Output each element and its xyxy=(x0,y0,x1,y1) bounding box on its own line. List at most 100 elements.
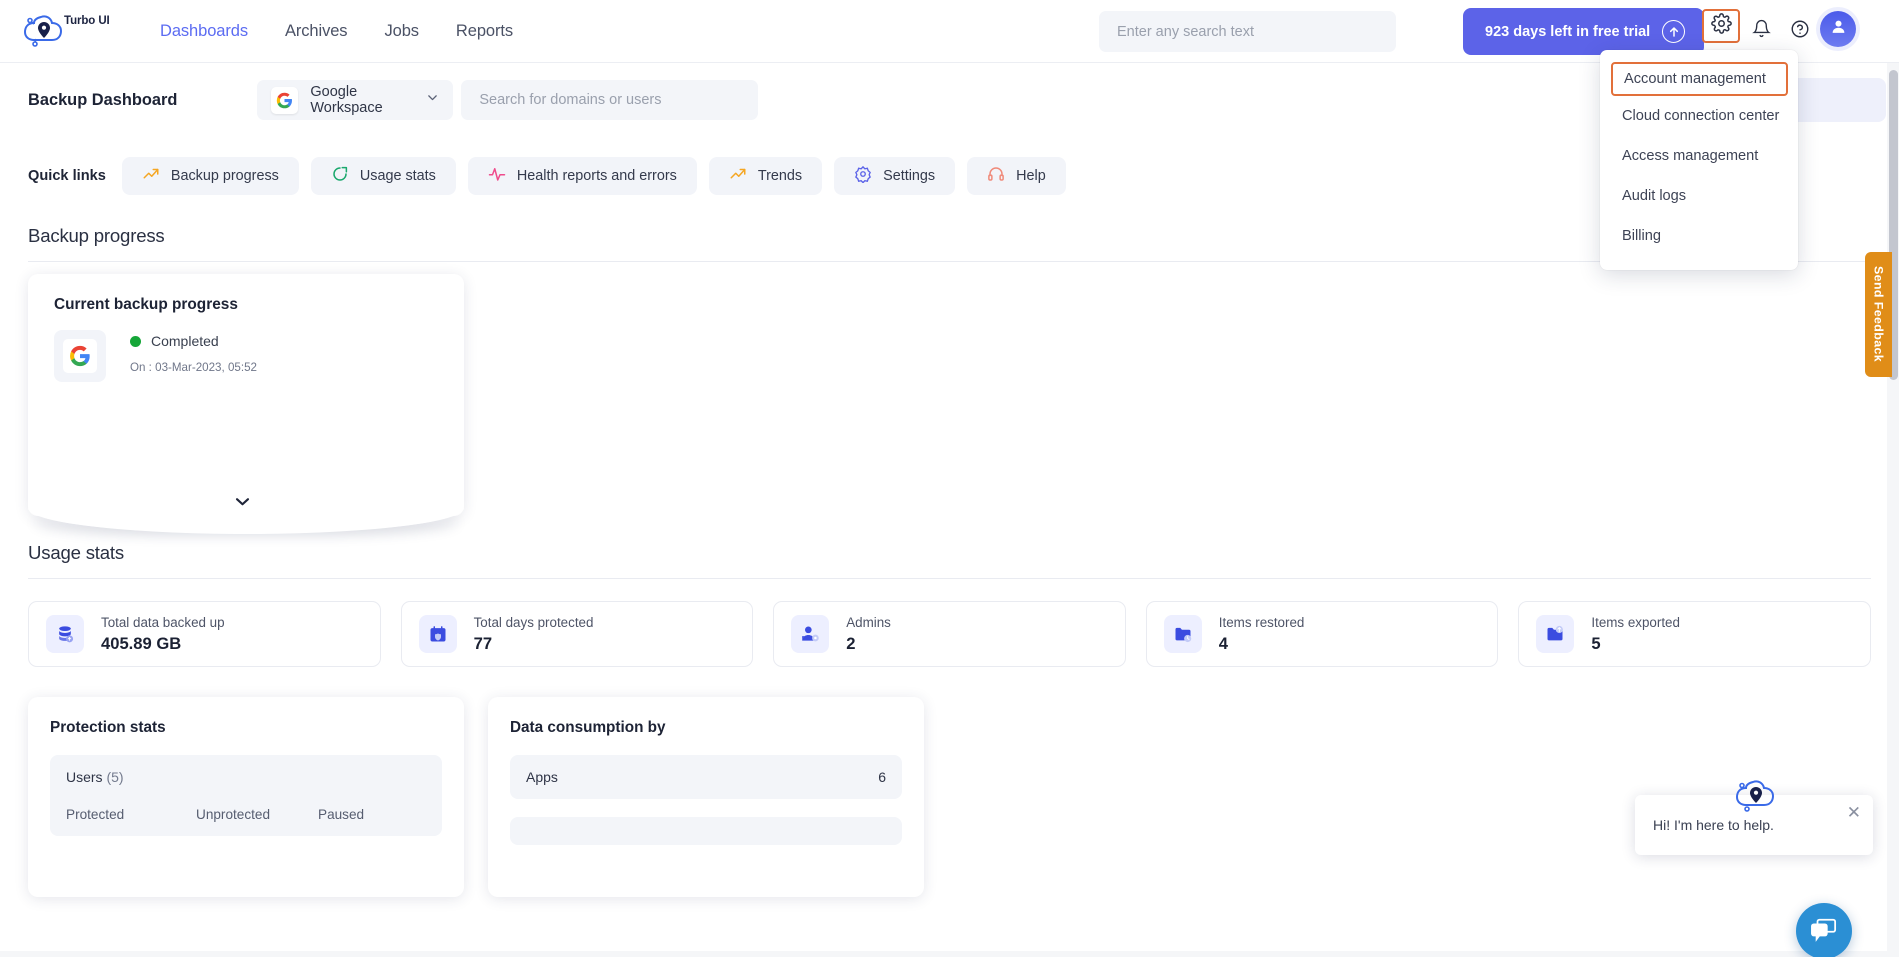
google-g-icon xyxy=(271,86,299,114)
app-root: Turbo UI Dashboards Archives Jobs Report… xyxy=(0,0,1899,957)
send-feedback-tab[interactable]: Send Feedback xyxy=(1865,252,1892,377)
quick-link-label: Usage stats xyxy=(359,168,436,184)
trend-up-icon xyxy=(142,165,160,187)
menu-item-access-management[interactable]: Access management xyxy=(1600,136,1798,176)
chat-bubble-icon xyxy=(1810,916,1838,947)
card-title: Current backup progress xyxy=(54,296,238,313)
database-icon xyxy=(46,615,84,653)
quick-link-label: Backup progress xyxy=(170,168,279,184)
panel-title: Data consumption by xyxy=(510,719,666,736)
column-paused: Paused xyxy=(318,807,365,822)
stat-label: Admins xyxy=(846,614,891,630)
nav-link-archives[interactable]: Archives xyxy=(285,22,348,41)
quick-link-label: Settings xyxy=(883,168,936,184)
global-search-wrapper xyxy=(1099,11,1396,52)
nav-link-jobs[interactable]: Jobs xyxy=(384,22,419,41)
quick-link-label: Help xyxy=(1016,168,1046,184)
status-label: Completed xyxy=(151,333,219,349)
pulse-icon xyxy=(488,165,506,187)
notifications-button[interactable] xyxy=(1742,12,1780,50)
quick-link-backup-progress[interactable]: Backup progress xyxy=(121,157,299,195)
free-trial-button[interactable]: 923 days left in free trial xyxy=(1463,8,1705,55)
protection-stats-panel: Protection stats Users (5) Protected Unp… xyxy=(28,697,464,897)
pie-chart-icon xyxy=(331,165,349,187)
menu-item-audit-logs[interactable]: Audit logs xyxy=(1600,176,1798,216)
consumption-row-label: Apps xyxy=(526,769,558,785)
stat-value: 4 xyxy=(1218,633,1229,653)
backup-timestamp: On : 03-Mar-2023, 05:52 xyxy=(130,361,257,374)
settings-gear-button[interactable] xyxy=(1702,9,1740,43)
gear-icon xyxy=(1710,13,1732,39)
arrow-up-circle-icon xyxy=(1662,20,1686,43)
stat-text-group: Total days protected 77 xyxy=(474,615,594,654)
free-trial-label: 923 days left in free trial xyxy=(1485,23,1651,40)
menu-item-account-management[interactable]: Account management xyxy=(1611,62,1788,96)
gear-icon xyxy=(854,165,872,187)
stat-value: 2 xyxy=(846,633,856,653)
user-avatar-icon xyxy=(1829,17,1848,41)
help-button[interactable] xyxy=(1781,12,1819,50)
cloud-pin-logo-icon xyxy=(22,11,66,51)
quick-link-settings[interactable]: Settings xyxy=(834,157,956,195)
nav-link-reports[interactable]: Reports xyxy=(456,22,513,41)
stat-label: Items exported xyxy=(1591,614,1680,630)
user-avatar-button[interactable] xyxy=(1820,11,1856,47)
column-protected: Protected xyxy=(66,807,125,822)
quick-link-help[interactable]: Help xyxy=(967,157,1066,195)
quick-link-trends[interactable]: Trends xyxy=(708,157,823,195)
quick-link-label: Trends xyxy=(757,168,803,184)
settings-dropdown-menu: Account management Cloud connection cent… xyxy=(1600,50,1798,270)
menu-item-cloud-connection-center[interactable]: Cloud connection center xyxy=(1600,96,1798,136)
backup-progress-area: Current backup progress Completed On: 0… xyxy=(0,262,1899,534)
brand-name-label: Turbo UI xyxy=(64,15,110,27)
panel-title: Protection stats xyxy=(50,719,166,736)
chat-brand-logo-icon xyxy=(1734,776,1778,821)
stat-card-admins[interactable]: Admins 2 xyxy=(773,601,1126,667)
stat-card-total-days-protected[interactable]: Total days protected 77 xyxy=(400,601,754,667)
stat-card-items-exported[interactable]: Items exported 5 xyxy=(1518,601,1871,667)
stat-text-group: Admins 2 xyxy=(846,615,891,654)
status-dot-icon xyxy=(130,335,141,347)
column-unprotected: Unprotected xyxy=(196,807,271,822)
protection-columns-header: Protected Unprotected Paused xyxy=(66,807,426,822)
stat-label: Items restored xyxy=(1218,614,1305,630)
quick-links-label: Quick links xyxy=(28,168,106,184)
headset-icon xyxy=(987,165,1005,187)
status-badge: Completed xyxy=(130,333,257,349)
stat-label: Total days protected xyxy=(473,614,594,630)
users-group-label: Users xyxy=(66,769,103,785)
domain-search-input[interactable] xyxy=(461,80,759,120)
question-circle-icon xyxy=(1790,19,1810,44)
current-backup-progress-card[interactable]: Current backup progress Completed On: 0… xyxy=(28,274,464,534)
quick-link-health-reports[interactable]: Health reports and errors xyxy=(467,157,697,195)
bottom-panels-row: Protection stats Users (5) Protected Unp… xyxy=(0,667,1899,897)
trend-up-icon xyxy=(729,165,747,187)
stat-text-group: Total data backed up 405.89 GB xyxy=(101,615,225,654)
calendar-shield-icon xyxy=(418,615,457,653)
menu-item-billing[interactable]: Billing xyxy=(1600,216,1798,256)
stat-text-group: Items exported 5 xyxy=(1591,615,1680,654)
global-search-input[interactable] xyxy=(1099,11,1396,52)
folder-export-icon xyxy=(1536,615,1575,653)
data-consumption-panel: Data consumption by Apps 6 xyxy=(488,697,924,897)
quick-link-usage-stats[interactable]: Usage stats xyxy=(310,157,456,195)
google-g-icon xyxy=(63,339,97,373)
data-consumption-row-apps[interactable]: Apps 6 xyxy=(510,755,902,799)
folder-restore-icon xyxy=(1163,615,1202,653)
chat-launcher-button[interactable] xyxy=(1796,903,1852,957)
close-icon[interactable]: ✕ xyxy=(1847,804,1861,821)
stat-value: 5 xyxy=(1591,633,1601,653)
stat-card-total-data-backed-up[interactable]: Total data backed up 405.89 GB xyxy=(28,601,381,667)
consumption-row-value: 6 xyxy=(878,769,886,785)
bell-icon xyxy=(1751,19,1771,43)
expand-card-chevron-down-icon[interactable] xyxy=(234,494,251,511)
backup-status-info: Completed On : 03-Mar-2023, 05:52 xyxy=(130,330,257,382)
data-consumption-row-next[interactable] xyxy=(510,817,902,845)
horizontal-scrollbar-track[interactable] xyxy=(0,951,1887,957)
protection-stats-users-box: Users (5) Protected Unprotected Paused xyxy=(50,755,442,836)
workspace-selector[interactable]: Google Workspace xyxy=(257,80,454,120)
nav-link-dashboards[interactable]: Dashboards xyxy=(160,22,248,41)
stat-card-items-restored[interactable]: Items restored 4 xyxy=(1145,601,1499,667)
brand-logo-group[interactable]: Turbo UI xyxy=(22,11,132,51)
app-logo-box xyxy=(54,330,106,382)
